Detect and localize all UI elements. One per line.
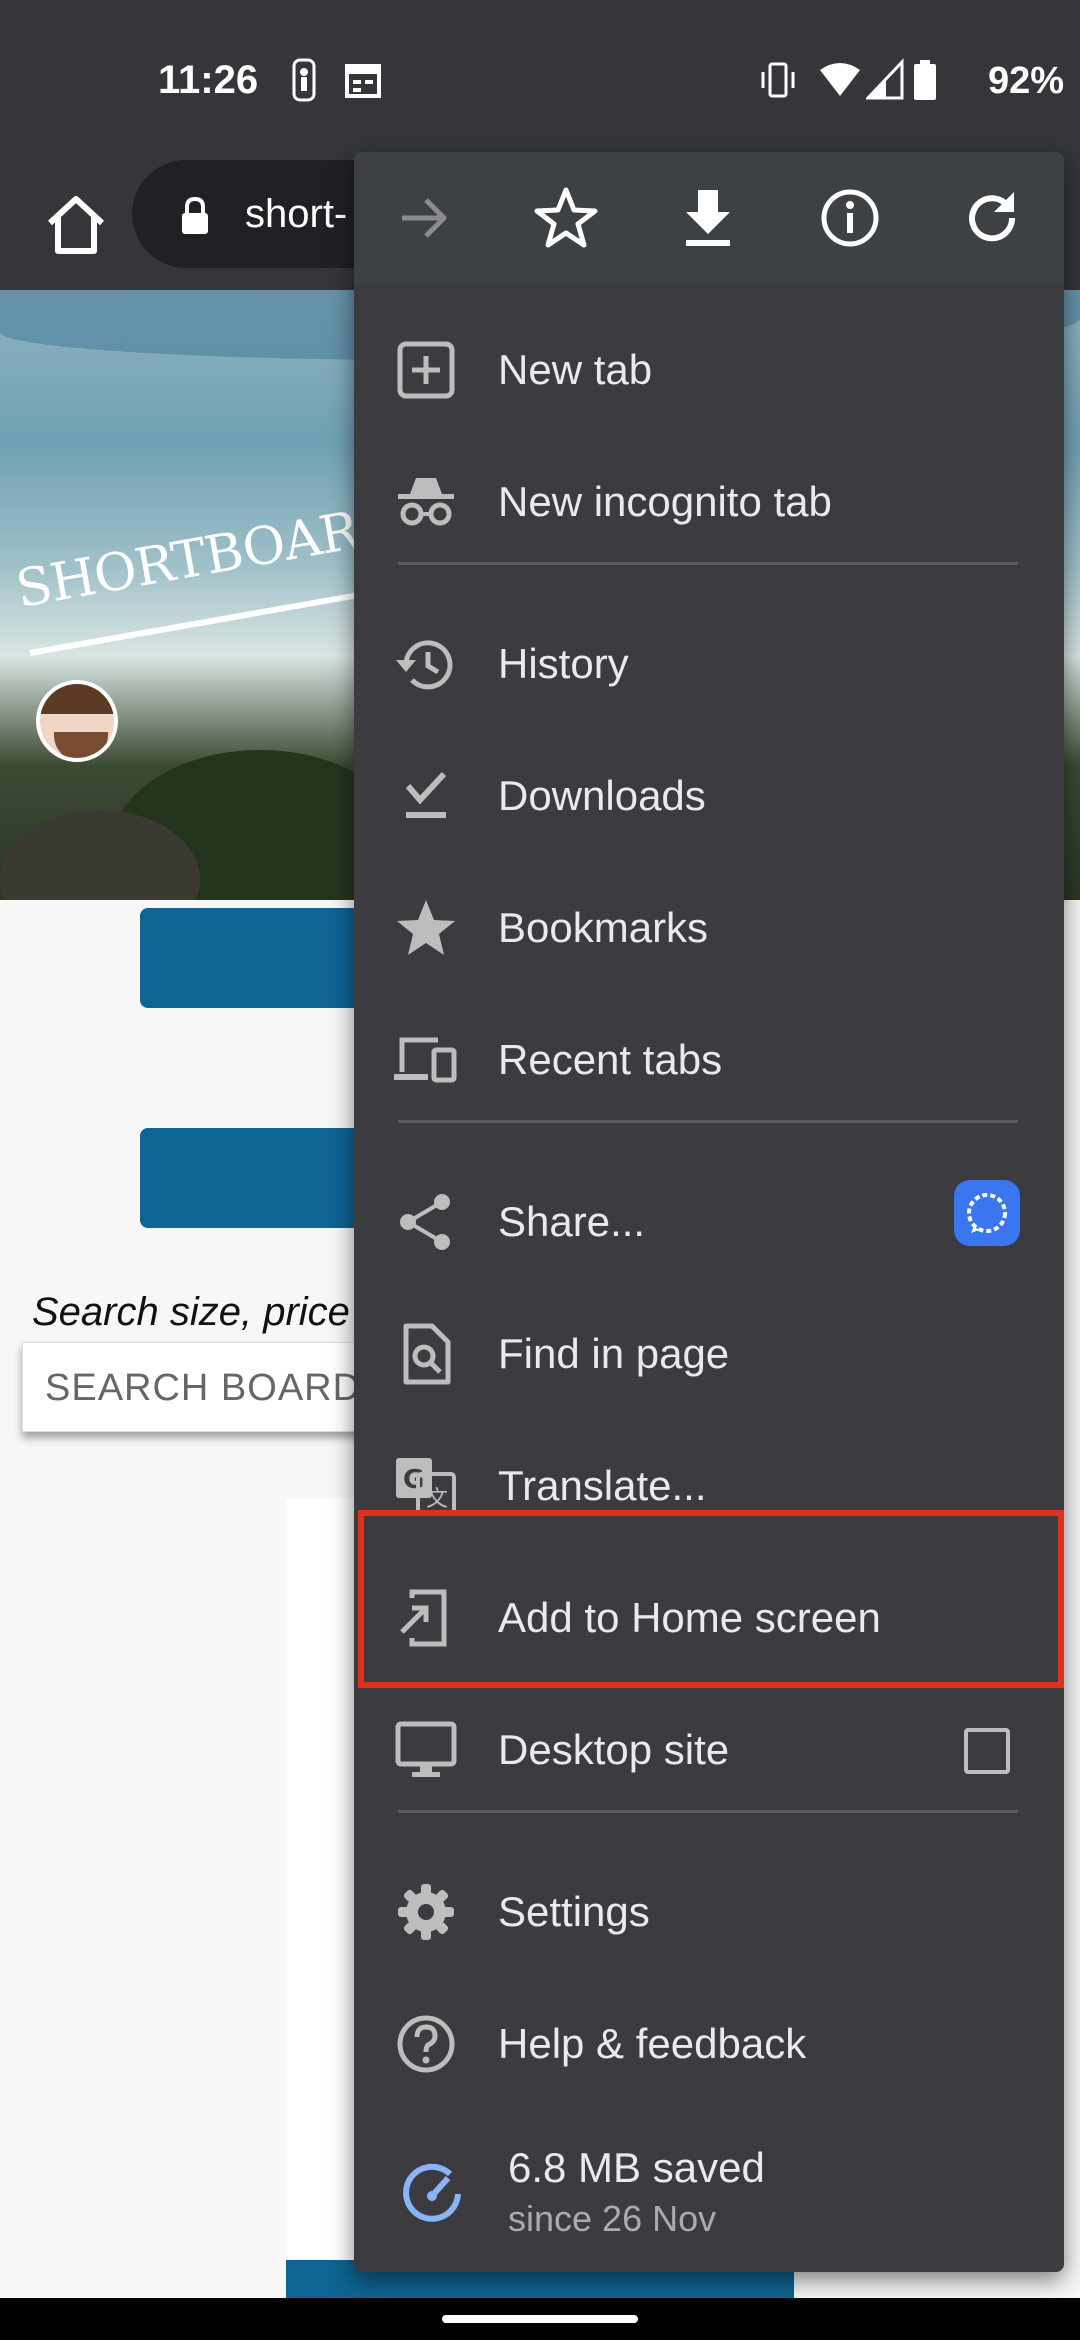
menu-top-icons [354, 152, 1064, 284]
menu-item-share[interactable]: Share... [354, 1156, 1064, 1288]
menu-item-find-in-page[interactable]: Find in page [354, 1288, 1064, 1420]
chrome-overflow-menu: New tab New incognito tab History Downlo… [354, 152, 1064, 2272]
downloads-icon [394, 764, 458, 828]
battery-percent: 92% [988, 60, 1065, 102]
menu-item-history[interactable]: History [354, 598, 1064, 730]
data-saver-gauge-icon [400, 2162, 464, 2226]
menu-item-label: Bookmarks [498, 904, 709, 951]
menu-item-label: Settings [498, 1888, 650, 1935]
status-bar: 11:26 92% [0, 0, 1080, 160]
menu-item-settings[interactable]: Settings [354, 1846, 1064, 1978]
data-saved-since: since 26 Nov [508, 2198, 717, 2239]
menu-item-new-tab[interactable]: New tab [354, 304, 1064, 436]
new-tab-icon [394, 338, 458, 402]
menu-item-incognito[interactable]: New incognito tab [354, 436, 1064, 568]
lock-icon [182, 196, 208, 234]
incognito-icon [394, 470, 458, 534]
menu-item-label: Help & feedback [498, 2020, 807, 2067]
menu-item-recent-tabs[interactable]: Recent tabs [354, 994, 1064, 1126]
menu-item-help[interactable]: Help & feedback [354, 1978, 1064, 2110]
menu-divider [398, 1810, 1018, 1813]
forward-icon[interactable] [388, 182, 460, 254]
avatar[interactable] [36, 680, 118, 762]
cell-signal-icon [866, 58, 904, 100]
menu-item-label: Downloads [498, 772, 706, 819]
bookmarks-star-icon [394, 896, 458, 960]
status-time: 11:26 [158, 58, 259, 102]
recent-tabs-icon [394, 1028, 458, 1092]
wifi-icon [820, 63, 860, 96]
home-gesture-handle[interactable] [442, 2315, 638, 2323]
find-in-page-icon [394, 1322, 458, 1386]
battery-icon [914, 60, 936, 100]
vibrate-icon [761, 62, 795, 98]
menu-item-label: Recent tabs [498, 1036, 723, 1083]
data-saved-amount: 6.8 MB saved [508, 2144, 765, 2191]
history-icon [394, 632, 458, 696]
menu-item-data-saver[interactable]: 6.8 MB saved since 26 Nov [354, 2116, 1064, 2266]
menu-item-label: Translate... [498, 1462, 707, 1509]
menu-item-label: History [498, 640, 629, 687]
settings-gear-icon [394, 1880, 458, 1944]
info-icon[interactable] [814, 182, 886, 254]
search-placeholder: SEARCH BOARDS [45, 1367, 388, 1409]
svg-text:G: G [403, 1465, 424, 1495]
highlight-box [358, 1510, 1064, 1688]
search-hint: Search size, price [32, 1290, 350, 1334]
calendar-icon [345, 64, 381, 98]
menu-item-label: Desktop site [498, 1726, 730, 1773]
menu-divider [398, 1120, 1018, 1123]
signal-app-icon[interactable] [954, 1180, 1020, 1246]
menu-item-label: Share... [498, 1198, 646, 1245]
menu-item-label: Find in page [498, 1330, 730, 1377]
menu-divider [398, 562, 1018, 565]
star-icon[interactable] [530, 182, 602, 254]
url-text: short- [245, 192, 348, 236]
home-icon[interactable] [36, 185, 116, 265]
share-icon [394, 1190, 458, 1254]
menu-item-bookmarks[interactable]: Bookmarks [354, 862, 1064, 994]
translate-icon: G文 [394, 1454, 458, 1518]
svg-text:文: 文 [426, 1487, 448, 1512]
system-nav-bar [0, 2298, 1080, 2340]
menu-item-label: New tab [498, 346, 653, 393]
help-icon [394, 2012, 458, 2076]
menu-item-desktop-site[interactable]: Desktop site [354, 1684, 1064, 1816]
refresh-icon[interactable] [956, 182, 1028, 254]
desktop-site-checkbox[interactable] [964, 1728, 1010, 1774]
menu-item-downloads[interactable]: Downloads [354, 730, 1064, 862]
menu-item-label: New incognito tab [498, 478, 832, 525]
nba-icon [292, 58, 316, 102]
download-icon[interactable] [672, 182, 744, 254]
desktop-icon [394, 1718, 458, 1782]
